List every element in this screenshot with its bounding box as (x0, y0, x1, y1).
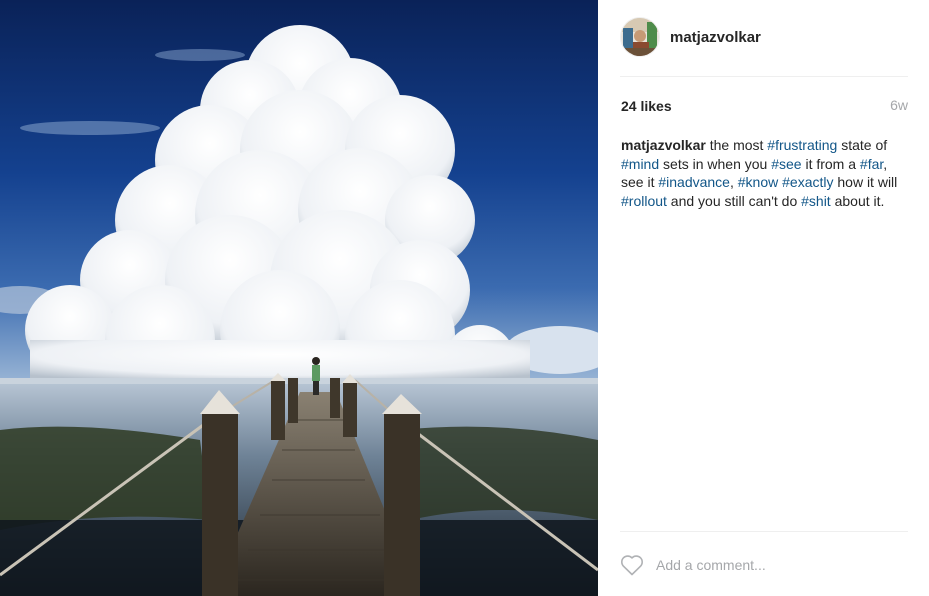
hashtag-link[interactable]: #mind (621, 156, 659, 172)
caption-text: it from a (801, 155, 860, 172)
post-header: matjazvolkar (620, 16, 761, 58)
hashtag-link[interactable]: #exactly (782, 174, 833, 190)
post-age[interactable]: 6w (890, 97, 908, 113)
caption-text: the most (705, 137, 768, 153)
hashtag-link[interactable]: #rollout (621, 193, 667, 209)
heart-outline-icon[interactable] (620, 554, 644, 576)
caption-text: how it will (833, 174, 898, 190)
hashtag-link[interactable]: #far (860, 156, 883, 172)
post-caption: matjazvolkar the most #frustrating state… (621, 136, 911, 210)
username-link[interactable]: matjazvolkar (670, 29, 761, 46)
hashtag-link[interactable]: #shit (801, 193, 831, 209)
comment-bar (620, 552, 908, 578)
hashtag-link[interactable]: #know (738, 174, 778, 190)
comment-divider (620, 531, 908, 532)
comment-input[interactable] (656, 557, 906, 573)
hashtag-link[interactable]: #frustrating (767, 137, 837, 153)
avatar[interactable] (620, 17, 660, 57)
hashtag-link[interactable]: #inadvance (658, 174, 730, 190)
caption-text: sets in when you (659, 155, 772, 172)
header-divider (620, 76, 908, 77)
post-details-panel: matjazvolkar 24 likes 6w matjazvolkar th… (598, 0, 929, 596)
caption-author-link[interactable]: matjazvolkar (621, 137, 706, 153)
post-photo[interactable] (0, 0, 598, 596)
hashtag-link[interactable]: #see (771, 156, 801, 172)
post-photo-image (0, 0, 598, 596)
caption-text: , (729, 174, 738, 190)
caption-text: about it. (830, 192, 885, 209)
likes-count[interactable]: 24 likes (621, 98, 672, 114)
avatar-image (621, 18, 659, 56)
caption-text: state of (837, 137, 888, 153)
caption-text: and you still can't do (666, 192, 802, 209)
